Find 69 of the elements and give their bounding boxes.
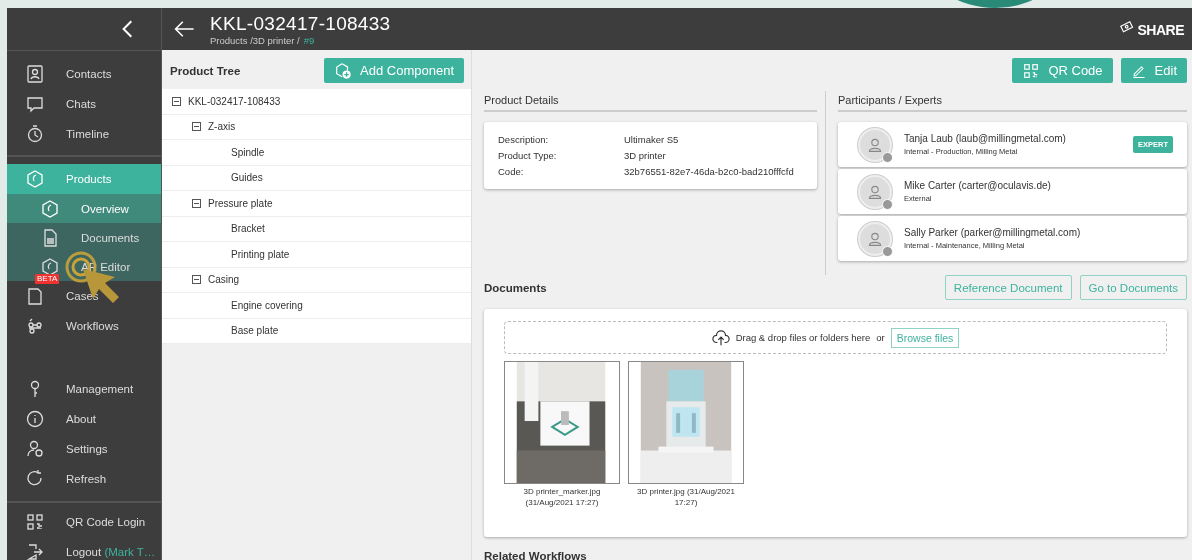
- avatar-icon: [858, 174, 892, 209]
- avatar-icon: [858, 221, 892, 256]
- sidebar-item[interactable]: Refresh: [7, 464, 161, 494]
- section-title: Related Workflows: [484, 550, 588, 560]
- sidebar-item[interactable]: Settings: [7, 434, 161, 464]
- panel-title: Product Tree: [170, 64, 241, 77]
- drop-hint: or: [876, 332, 885, 343]
- section-title: Participants / Experts: [838, 91, 1187, 112]
- tree-node-label[interactable]: Printing plate: [231, 248, 290, 260]
- sidebar-item[interactable]: Chats: [7, 89, 161, 119]
- field-label: Product Type:: [498, 150, 558, 161]
- workflow-icon: [25, 316, 45, 336]
- hexagon-icon: [40, 256, 60, 277]
- tree-node-label[interactable]: Guides: [231, 172, 263, 184]
- tree-node-label[interactable]: KKL-032417-108433: [188, 95, 281, 107]
- upload-cloud-icon: [711, 328, 730, 347]
- page-title: KKL-032417-108433: [210, 12, 392, 35]
- sidebar-item[interactable]: Timeline: [7, 119, 161, 149]
- add-cube-icon: [334, 61, 353, 80]
- tree-node-label[interactable]: Bracket: [231, 223, 265, 235]
- participant-name: Mike Carter (carter@oculavis.de): [904, 180, 1052, 191]
- collapse-icon[interactable]: [172, 96, 181, 106]
- beta-badge: BETA: [35, 273, 60, 284]
- sidebar-item[interactable]: About: [7, 404, 161, 434]
- qr-code-icon: [1022, 61, 1041, 80]
- logo-text: SHARE: [1137, 22, 1184, 38]
- drop-zone[interactable]: Drag & drop files or folders here or Browse files: [504, 321, 1167, 354]
- page-icon: [25, 286, 45, 306]
- section-title: Documents: [484, 281, 547, 294]
- stopwatch-icon: [25, 124, 45, 144]
- field-value: 32b76551-82e7-46da-b2c0-bad210fffcfd: [624, 166, 795, 177]
- drop-hint: Drag & drop files or folders here: [735, 332, 871, 343]
- info-icon: [25, 409, 45, 429]
- sidebar-item[interactable]: Documents: [7, 223, 161, 252]
- tree-node-label[interactable]: Casing: [208, 274, 240, 286]
- tree-node-label[interactable]: Base plate: [231, 325, 279, 337]
- field-value: Ultimaker S5: [624, 134, 680, 145]
- file-caption: 3D printer_marker.jpg (31/Aug/2021 17:27): [522, 486, 602, 508]
- breadcrumb[interactable]: Products /3D printer /: [210, 34, 300, 46]
- sidebar-item[interactable]: Overview: [7, 194, 161, 223]
- hexagon-icon: [40, 198, 60, 219]
- collapse-icon[interactable]: [192, 198, 201, 208]
- breadcrumb-link[interactable]: #9: [303, 34, 315, 46]
- tree-node-label[interactable]: Z-axis: [208, 121, 236, 133]
- tree-node-label[interactable]: Engine covering: [231, 299, 303, 311]
- section-title: Product Details: [484, 91, 817, 112]
- collapse-icon[interactable]: [192, 275, 201, 285]
- sidebar-item[interactable]: QR Code Login: [7, 507, 161, 537]
- field-label: Code:: [498, 166, 525, 177]
- collapse-icon[interactable]: [192, 122, 201, 132]
- user-gear-icon: [25, 439, 45, 459]
- participant-name: Tanja Laub (laub@millingmetal.com): [904, 133, 1067, 144]
- avatar-icon: [858, 127, 892, 162]
- participant-name: Sally Parker (parker@millingmetal.com): [904, 227, 1082, 238]
- field-value: 3D printer: [624, 150, 667, 161]
- sidebar-item[interactable]: Contacts: [7, 59, 161, 89]
- file-caption: 3D printer.jpg (31/Aug/2021 17:27): [636, 486, 736, 508]
- speech-bubble-icon: [25, 94, 45, 114]
- qr-code-icon: [25, 512, 45, 532]
- field-label: Description:: [498, 134, 550, 145]
- logout-icon: [25, 542, 45, 560]
- sidebar-item[interactable]: Cases: [7, 281, 161, 311]
- contact-card-icon: [25, 64, 45, 84]
- tree-node-label[interactable]: Pressure plate: [208, 197, 273, 209]
- tree-node-label[interactable]: Spindle: [231, 146, 265, 158]
- hexagon-icon: [25, 169, 45, 189]
- sidebar-item[interactable]: Workflows: [7, 311, 161, 341]
- sidebar-item[interactable]: Logout (Mark T…: [7, 537, 161, 560]
- sidebar-item[interactable]: Management: [7, 374, 161, 404]
